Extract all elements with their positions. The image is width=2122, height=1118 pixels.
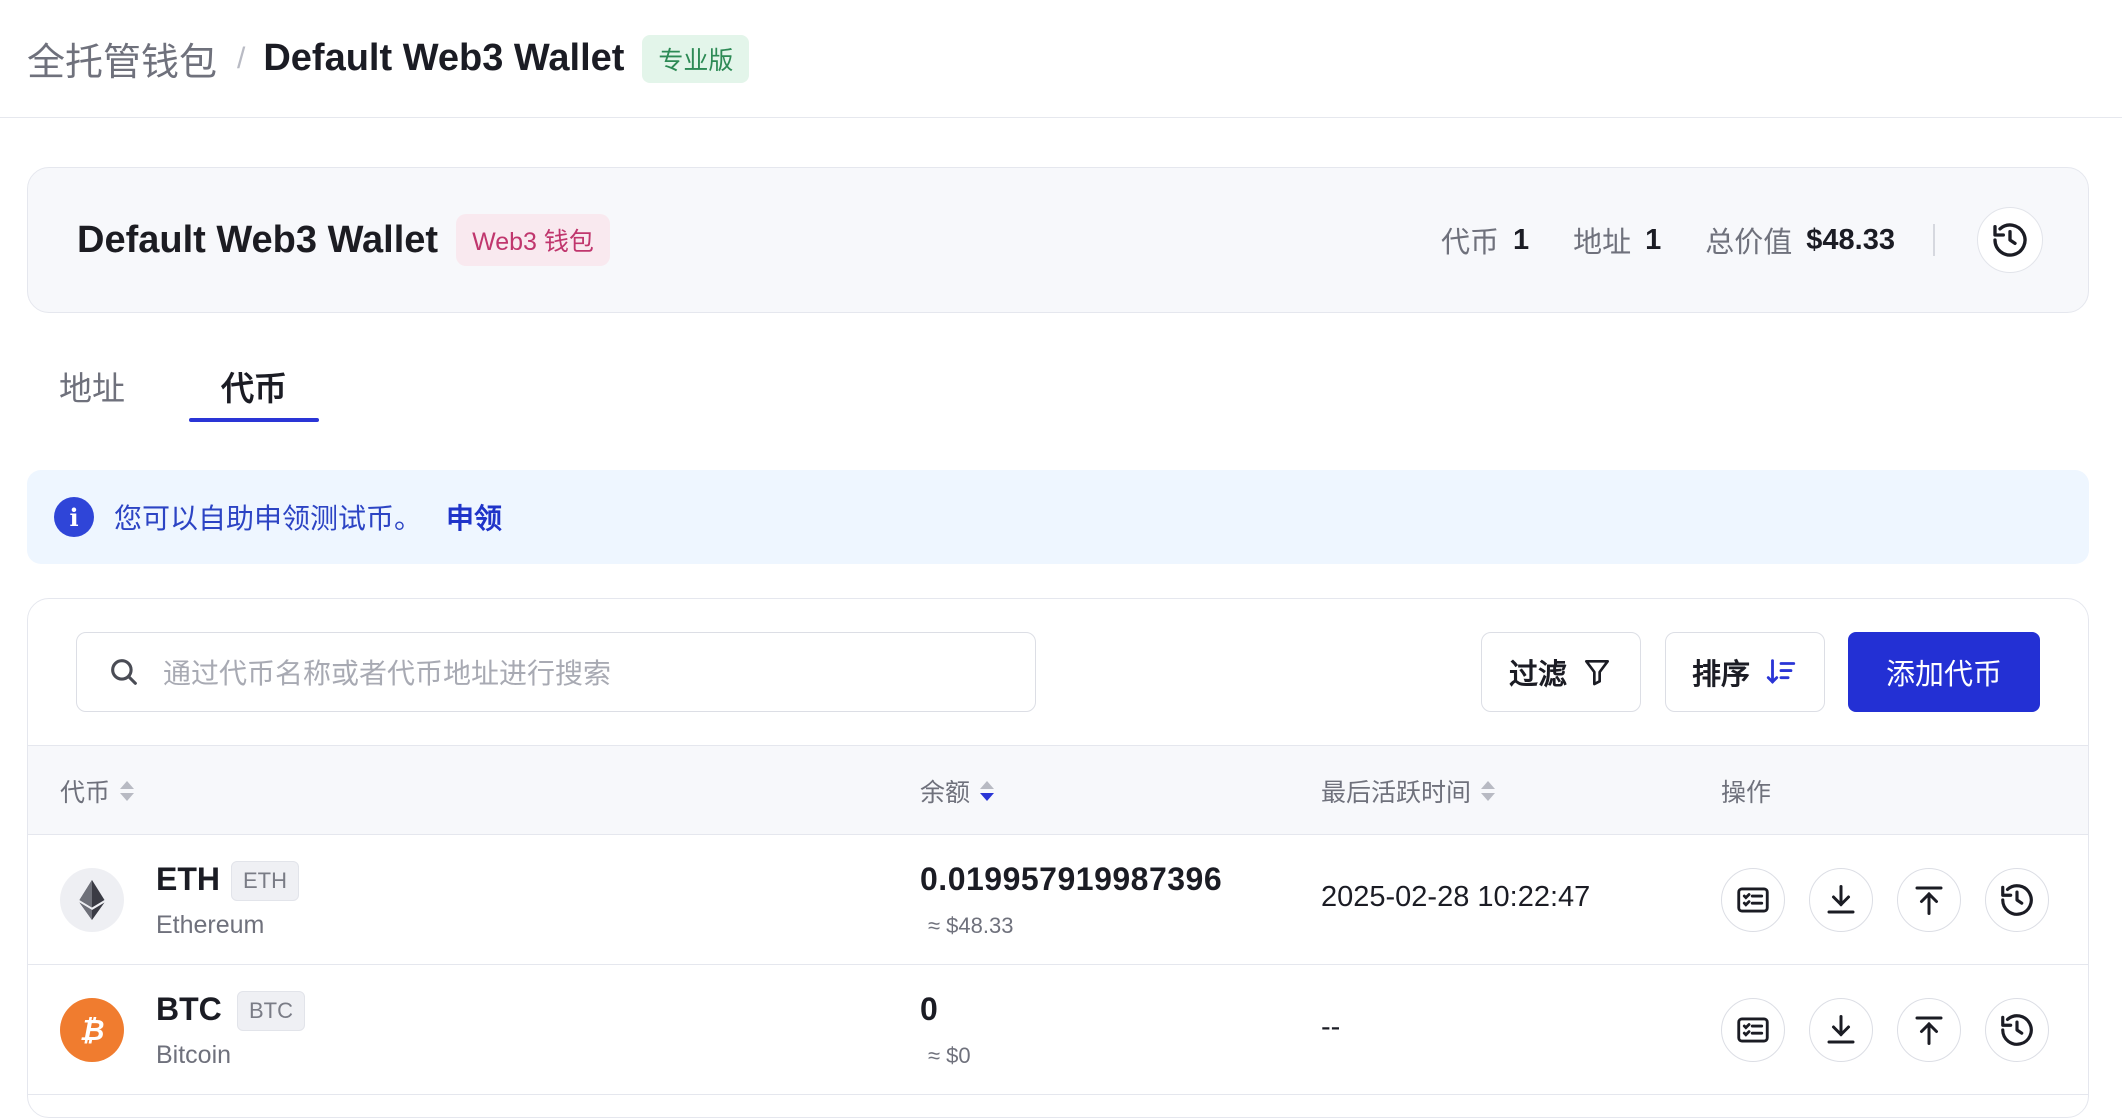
wallet-type-badge: Web3 钱包: [456, 214, 610, 266]
token-balance-usd: ≈ $48.33: [928, 913, 1014, 938]
breadcrumb: 全托管钱包 / Default Web3 Wallet 专业版: [0, 0, 2122, 118]
divider: [1933, 224, 1935, 256]
send-button[interactable]: [1897, 998, 1961, 1062]
token-symbol: ETH: [156, 861, 220, 897]
token-balance: 0.019957919987396: [920, 861, 1223, 897]
plan-badge: 专业版: [642, 34, 750, 83]
sort-label: 排序: [1691, 659, 1750, 691]
details-button[interactable]: [1721, 868, 1785, 932]
token-name: Ethereum: [156, 911, 265, 939]
receive-button[interactable]: [1809, 868, 1873, 932]
column-token[interactable]: 代币: [60, 746, 135, 836]
tab-addresses[interactable]: 地址: [27, 352, 157, 422]
add-token-button[interactable]: 添加代币: [1848, 632, 2040, 712]
details-list-icon: [1737, 887, 1769, 913]
search-icon: [111, 659, 137, 685]
history-icon: [1993, 223, 2027, 257]
receive-button[interactable]: [1809, 998, 1873, 1062]
stat-total-label: 总价值: [1705, 227, 1793, 259]
sort-icon: [1766, 659, 1796, 684]
column-last-active-label: 最后活跃时间: [1321, 779, 1472, 807]
notice-text: 您可以自助申领测试币。: [114, 503, 423, 534]
token-symbol: BTC: [156, 991, 222, 1027]
filter-button[interactable]: 过滤: [1481, 632, 1641, 712]
history-icon: [2001, 884, 2033, 916]
details-button[interactable]: [1721, 998, 1785, 1062]
svg-text:₿: ₿: [80, 1014, 105, 1047]
search-placeholder: 通过代币名称或者代币地址进行搜索: [163, 658, 612, 689]
page-title: Default Web3 Wallet: [263, 37, 625, 79]
stat-total-value: $48.33: [1806, 223, 1895, 256]
sort-toggle-icon: [120, 781, 135, 801]
sort-toggle-icon: [1481, 781, 1496, 801]
token-last-active: --: [1321, 1011, 1341, 1043]
token-chip: ETH: [231, 861, 299, 901]
stat-token-value: 1: [1512, 223, 1530, 256]
history-icon: [2001, 1014, 2033, 1046]
table-header: 代币 余额 最后活跃时间 操作: [28, 745, 2088, 836]
wallet-stats: 代币 1 地址 1 总价值 $48.33: [1441, 207, 2043, 273]
column-actions-label: 操作: [1721, 779, 1772, 807]
upload-icon: [1915, 1016, 1943, 1045]
table-row[interactable]: ETH ETH Ethereum 0.019957919987396 ≈ $48…: [28, 835, 2088, 965]
wallet-history-button[interactable]: [1977, 207, 2043, 273]
upload-icon: [1915, 886, 1943, 915]
sort-toggle-icon: [980, 781, 995, 801]
bitcoin-logo-icon: ₿: [60, 998, 124, 1062]
download-icon: [1827, 885, 1855, 914]
tab-bar: 地址 代币: [27, 352, 319, 422]
sort-button[interactable]: 排序: [1665, 632, 1825, 712]
filter-label: 过滤: [1508, 659, 1567, 691]
wallet-summary-card: Default Web3 Wallet Web3 钱包 代币 1 地址 1 总价…: [27, 167, 2089, 313]
ethereum-logo-icon: [60, 868, 124, 932]
faucet-notice: i 您可以自助申领测试币。 申领: [27, 470, 2089, 564]
row-actions: [1721, 998, 2049, 1062]
stat-address-label: 地址: [1573, 227, 1632, 259]
breadcrumb-parent-link[interactable]: 全托管钱包: [27, 31, 217, 86]
stat-address-value: 1: [1645, 223, 1662, 256]
column-token-label: 代币: [60, 779, 111, 807]
history-button[interactable]: [1985, 998, 2049, 1062]
token-last-active: 2025-02-28 10:22:47: [1321, 881, 1591, 913]
history-button[interactable]: [1985, 868, 2049, 932]
token-name: Bitcoin: [156, 1041, 232, 1069]
search-input[interactable]: 通过代币名称或者代币地址进行搜索: [76, 632, 1036, 712]
column-actions: 操作: [1721, 746, 1771, 836]
table-row[interactable]: ₿ BTC BTC Bitcoin 0 ≈ $0 --: [28, 965, 2088, 1095]
token-panel: 通过代币名称或者代币地址进行搜索 过滤 排序 添加代币 代币 余额 最后活跃时间…: [27, 598, 2089, 1118]
row-actions: [1721, 868, 2049, 932]
info-icon: i: [54, 497, 94, 537]
breadcrumb-separator: /: [237, 41, 246, 75]
send-button[interactable]: [1897, 868, 1961, 932]
column-balance[interactable]: 余额: [920, 746, 995, 836]
download-icon: [1827, 1015, 1855, 1044]
wallet-name: Default Web3 Wallet: [77, 218, 439, 261]
token-chip: BTC: [237, 991, 305, 1031]
column-last-active[interactable]: 最后活跃时间: [1321, 746, 1496, 836]
stat-token-label: 代币: [1440, 227, 1499, 259]
column-balance-label: 余额: [920, 779, 971, 807]
filter-icon: [1585, 660, 1609, 686]
details-list-icon: [1737, 1017, 1769, 1043]
tab-tokens[interactable]: 代币: [189, 352, 319, 422]
token-balance: 0: [920, 991, 939, 1027]
token-balance-usd: ≈ $0: [928, 1043, 971, 1068]
claim-link[interactable]: 申领: [446, 497, 502, 537]
